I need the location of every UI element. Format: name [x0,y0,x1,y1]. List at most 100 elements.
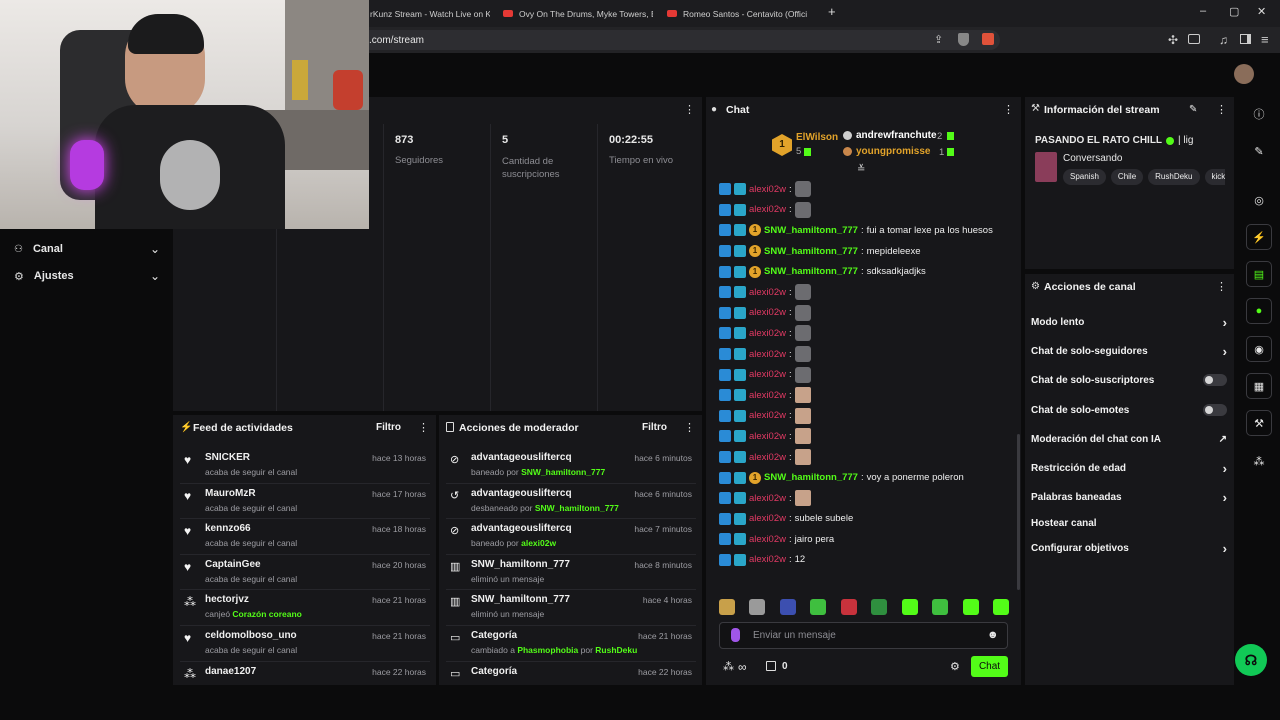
channel-action-row[interactable]: Palabras baneadas › [1031,487,1227,507]
emote-icon[interactable] [871,599,888,615]
chat-username[interactable]: SNW_hamiltonn_777 [764,246,858,257]
sidebar-toggle-icon[interactable] [1240,34,1251,44]
chat-username[interactable]: alexi02w [749,307,786,318]
minimize-button[interactable]: – [1200,5,1206,17]
wallet-icon[interactable] [1188,34,1200,44]
activity-row[interactable]: ⁂ danae1207 hace 22 horas [180,662,430,698]
emote-icon[interactable] [810,599,827,615]
more-options-icon[interactable]: ⋮ [1216,103,1227,116]
emoji-icon[interactable]: ☻ [987,629,999,641]
stream-tag[interactable]: Spanish [1063,169,1106,185]
camera-icon[interactable]: ◎ [1246,187,1272,213]
edit-icon[interactable]: ✎ [1246,138,1272,164]
more-options-icon[interactable]: ⋮ [1216,280,1227,293]
filter-button[interactable]: Filtro [642,422,667,433]
emote-icon[interactable] [962,599,979,615]
activity-row[interactable]: ⁂ hectorjvz canjeó Corazón coreano hace 21 … [180,590,430,626]
microphone-icon[interactable] [731,628,740,642]
chat-username[interactable]: SNW_hamiltonn_777 [764,472,858,483]
stats-icon[interactable]: ▤ [1246,261,1272,287]
share-icon[interactable]: ⇪ [934,33,943,46]
chat-username[interactable]: alexi02w [749,184,786,195]
channel-settings-icon[interactable]: ⚒ [1246,410,1272,436]
activity-user[interactable]: celdomolboso_uno [205,630,297,641]
toggle-switch[interactable] [1203,374,1227,386]
mod-action-row[interactable]: ▥ SNW_hamiltonn_777 eliminó un mensaje hace… [446,555,696,591]
stream-tag[interactable]: Chile [1110,169,1144,185]
mod-action-title[interactable]: advantageousliftercq [471,452,572,463]
emote-icon[interactable] [992,599,1009,615]
brave-shield-icon[interactable] [958,33,969,46]
channel-action-row[interactable]: Configurar objetivos › [1031,538,1227,558]
chat-username[interactable]: alexi02w [749,431,786,442]
new-tab-button[interactable]: + [828,4,836,19]
mod-action-row[interactable]: ⊘ advantageousliftercq baneado por SNW_ham… [446,448,696,484]
activity-row[interactable]: ♥ celdomolboso_uno acaba de seguir el cana… [180,626,430,662]
info-icon[interactable]: ⓘ [1246,101,1272,127]
mod-action-title[interactable]: Categoría [471,666,517,677]
more-options-icon[interactable]: ⋮ [684,421,695,434]
category-name[interactable]: Conversando [1063,153,1122,164]
mod-action-title[interactable]: SNW_hamiltonn_777 [471,594,570,605]
mod-action-row[interactable]: ▭ Categoría cambiado a Phasmophobia por Ru… [446,626,696,662]
quick-actions-icon[interactable]: ⚡ [1246,224,1272,250]
maximize-button[interactable]: ▢ [1229,5,1239,18]
moderator-name[interactable]: SNW_hamiltonn_777 [535,503,619,513]
menu-icon[interactable]: ≡ [1261,32,1269,47]
moderator-name[interactable]: SNW_hamiltonn_777 [521,467,605,477]
browser-tab[interactable]: Romeo Santos - Centavito (Offici [667,4,812,23]
channel-action-row[interactable]: Hostear canal [1031,513,1227,533]
chat-username[interactable]: alexi02w [749,534,786,545]
chat-settings-icon[interactable]: ⚙ [950,660,960,673]
chat-username[interactable]: SNW_hamiltonn_777 [764,266,858,277]
chat-username[interactable]: alexi02w [749,204,786,215]
points-icon[interactable]: ⁂ [723,660,734,673]
gifter-name[interactable]: youngpromisse [856,146,930,157]
mod-log-icon[interactable]: ▦ [1246,373,1272,399]
sidebar-item-ajustes[interactable]: ⚙ Ajustes ⌄ [14,269,160,283]
moderator-name[interactable]: RushDeku [595,645,637,655]
emote-icon[interactable] [749,599,766,615]
top-gifter-name[interactable]: ElWilson [796,132,838,143]
toggle-switch[interactable] [1203,404,1227,416]
address-bar[interactable] [360,30,1000,50]
chat-username[interactable]: alexi02w [749,493,786,504]
emote-icon[interactable] [719,599,735,615]
activity-user[interactable]: hectorjvz [205,594,249,605]
chat-username[interactable]: alexi02w [749,349,786,360]
channel-action-row[interactable]: Chat de solo-suscriptores [1031,370,1227,390]
activity-user[interactable]: kennzo66 [205,523,251,534]
channel-action-row[interactable]: Moderación del chat con IA ↗ [1031,429,1227,449]
more-options-icon[interactable]: ⋮ [684,103,695,116]
collapse-icon[interactable]: ≚ [857,164,865,175]
activity-row[interactable]: ♥ MauroMzR acaba de seguir el canal hace 17… [180,484,430,520]
send-chat-button[interactable]: Chat [971,656,1008,677]
close-button[interactable]: ✕ [1257,5,1266,18]
stream-tag[interactable]: kicko [1204,169,1225,185]
moderator-name[interactable]: Phasmophobia [517,645,578,655]
activity-row[interactable]: ♥ SNICKER acaba de seguir el canal hace 13 … [180,448,430,484]
channel-action-row[interactable]: Chat de solo-seguidores › [1031,341,1227,361]
activity-user[interactable]: SNICKER [205,452,250,463]
mod-action-title[interactable]: SNW_hamiltonn_777 [471,559,570,570]
category-thumbnail[interactable] [1035,152,1057,182]
gift-box-icon[interactable] [766,661,776,671]
mod-action-title[interactable]: advantageousliftercq [471,488,572,499]
emote-icon[interactable] [932,599,949,615]
channel-action-row[interactable]: Chat de solo-emotes [1031,400,1227,420]
broadcast-icon[interactable]: ◉ [1246,336,1272,362]
stream-tag[interactable]: RushDeku [1148,169,1200,185]
browser-tab[interactable]: Ovy On The Drums, Myke Towers, Bla [503,4,653,23]
chat-username[interactable]: SNW_hamiltonn_777 [764,225,858,236]
emote-icon[interactable] [779,599,796,615]
chat-icon[interactable]: ● [1246,298,1272,324]
help-icon[interactable]: ☊ [1235,644,1267,676]
chat-scrollbar[interactable] [1017,434,1020,590]
channel-action-row[interactable]: Modo lento › [1031,312,1227,332]
more-options-icon[interactable]: ⋮ [1003,103,1014,116]
more-options-icon[interactable]: ⋮ [418,421,429,434]
avatar[interactable] [1234,64,1254,84]
mod-action-row[interactable]: ⊘ advantageousliftercq baneado por alexi02… [446,519,696,555]
emote-icon[interactable] [840,599,857,615]
chat-username[interactable]: alexi02w [749,390,786,401]
